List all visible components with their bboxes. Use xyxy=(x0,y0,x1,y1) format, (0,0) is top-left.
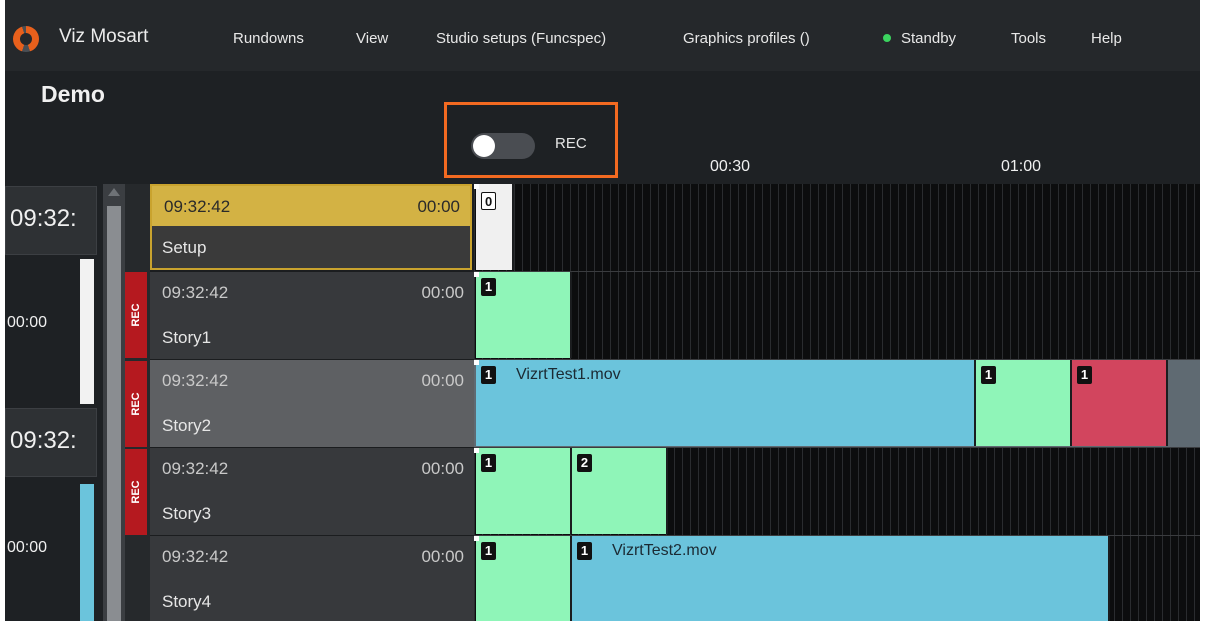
duration-readout: 00:00 xyxy=(7,314,48,331)
timeline-row: 1 xyxy=(474,272,1200,360)
row-corner-marker xyxy=(474,448,479,453)
row-corner-marker xyxy=(474,360,479,365)
story-name: Story3 xyxy=(162,504,212,523)
clip-number: 1 xyxy=(481,542,496,560)
menu-standby-status[interactable]: Standby xyxy=(883,30,956,47)
story-name: Setup xyxy=(162,238,207,257)
story-duration: 00:00 xyxy=(421,283,464,302)
timeline-clip[interactable]: 1 xyxy=(476,448,572,534)
story-duration: 00:00 xyxy=(417,197,460,216)
timeline-area[interactable]: 0 1 1 VizrtTest1.mov 1 1 1 2 1 1 VizrtTe… xyxy=(474,184,1200,621)
rec-indicator-column: REC REC REC xyxy=(125,184,150,621)
scroll-up-arrow-icon[interactable] xyxy=(108,188,120,196)
scroll-thumb[interactable] xyxy=(107,206,121,621)
story-duration: 00:00 xyxy=(421,547,464,566)
timeline-clip[interactable]: 2 xyxy=(572,448,668,534)
clock-readout: 09:32: xyxy=(10,205,77,232)
timeline-clip[interactable]: 1 xyxy=(476,536,572,621)
story-name: Story1 xyxy=(162,328,212,347)
clip-number: 1 xyxy=(481,454,496,472)
timeline-row: 1 1 VizrtTest2.mov xyxy=(474,536,1200,621)
story-name: Story2 xyxy=(162,416,212,435)
menu-tools[interactable]: Tools xyxy=(1011,30,1046,47)
story-row-story4[interactable]: 09:32:42 00:00 Story4 xyxy=(150,536,474,621)
timeline-tick-label: 01:00 xyxy=(1001,158,1042,175)
timeline-clip[interactable]: 1 xyxy=(976,360,1072,446)
menu-studio-setups[interactable]: Studio setups (Funcspec) xyxy=(436,30,606,47)
story-name-bar: Story3 xyxy=(150,492,474,536)
clock-box: 09:32: xyxy=(5,408,97,477)
rec-toggle-label: REC xyxy=(555,135,587,152)
standby-label: Standby xyxy=(901,30,957,47)
menu-view[interactable]: View xyxy=(356,30,388,47)
menu-rundowns[interactable]: Rundowns xyxy=(233,30,304,47)
timeline-row: 1 VizrtTest1.mov 1 1 xyxy=(474,360,1200,448)
timeline-clip[interactable]: 1 VizrtTest1.mov xyxy=(476,360,976,446)
clock-column: 09:32: 00:00 09:32: 00:00 xyxy=(5,184,103,621)
menu-help[interactable]: Help xyxy=(1091,30,1122,47)
story-name-bar: Story2 xyxy=(150,404,474,448)
rec-toggle-switch[interactable] xyxy=(471,133,535,159)
clip-number: 1 xyxy=(481,278,496,296)
story-time: 09:32:42 xyxy=(162,459,229,478)
clip-number: 0 xyxy=(481,192,497,210)
story-name: Story4 xyxy=(162,592,212,611)
rundown-header: Demo REC 00:30 01:00 xyxy=(5,71,1200,184)
story-name-bar: Story4 xyxy=(150,580,474,621)
clock-readout: 09:32: xyxy=(10,427,77,454)
story-row-story2[interactable]: 09:32:42 00:00 Story2 xyxy=(150,360,474,448)
timeline-clip[interactable]: 1 VizrtTest2.mov xyxy=(572,536,1110,621)
story-row-setup[interactable]: 09:32:42 00:00 Setup xyxy=(150,184,472,270)
duration-readout: 00:00 xyxy=(7,539,48,556)
rundown-scrollbar[interactable] xyxy=(103,184,125,621)
story-name-bar: Story1 xyxy=(150,316,474,360)
clip-label: VizrtTest1.mov xyxy=(516,366,621,383)
story-name-bar: Setup xyxy=(152,226,470,268)
app-window: Viz Mosart Rundowns View Studio setups (… xyxy=(0,0,1206,621)
story-time: 09:32:42 xyxy=(164,197,231,216)
timeline-clip[interactable]: 0 xyxy=(476,184,514,270)
clip-number: 1 xyxy=(577,542,592,560)
rec-badge: REC xyxy=(125,272,147,358)
status-dot-icon xyxy=(883,34,891,42)
timeline-clip[interactable]: 1 xyxy=(476,272,572,358)
rundown-title: Demo xyxy=(41,81,105,107)
timeline-clip[interactable]: 1 xyxy=(1072,360,1168,446)
toggle-knob xyxy=(473,135,495,157)
app-title: Viz Mosart xyxy=(59,26,149,47)
viz-mosart-logo-icon xyxy=(13,26,39,52)
story-row-story3[interactable]: 09:32:42 00:00 Story3 xyxy=(150,448,474,536)
story-time: 09:32:42 xyxy=(162,547,229,566)
rec-badge-label: REC xyxy=(130,392,142,416)
row-corner-marker xyxy=(474,184,479,189)
story-duration: 00:00 xyxy=(421,459,464,478)
menu-graphics-profiles[interactable]: Graphics profiles () xyxy=(683,30,810,47)
menu-bar: Viz Mosart Rundowns View Studio setups (… xyxy=(5,0,1200,71)
rec-badge-label: REC xyxy=(130,480,142,504)
row-corner-marker xyxy=(474,272,479,277)
rec-badge: REC xyxy=(125,449,147,535)
rec-badge-label: REC xyxy=(130,303,142,327)
story-row-story1[interactable]: 09:32:42 00:00 Story1 xyxy=(150,272,474,360)
clip-number: 1 xyxy=(981,366,996,384)
progress-strip xyxy=(80,259,94,404)
clip-label: VizrtTest2.mov xyxy=(612,542,717,559)
story-time: 09:32:42 xyxy=(162,283,229,302)
timeline-row: 0 xyxy=(474,184,1200,272)
clip-number: 1 xyxy=(1077,366,1092,384)
clip-number: 1 xyxy=(481,366,496,384)
window-right-border xyxy=(1200,0,1206,621)
story-duration: 00:00 xyxy=(421,371,464,390)
row-corner-marker xyxy=(474,536,479,541)
clip-number: 2 xyxy=(577,454,592,472)
rec-badge: REC xyxy=(125,361,147,447)
timeline-tick-label: 00:30 xyxy=(710,158,751,175)
story-time: 09:32:42 xyxy=(162,371,229,390)
progress-strip xyxy=(80,484,94,621)
timeline-row: 1 2 xyxy=(474,448,1200,536)
clock-box: 09:32: xyxy=(5,186,97,255)
